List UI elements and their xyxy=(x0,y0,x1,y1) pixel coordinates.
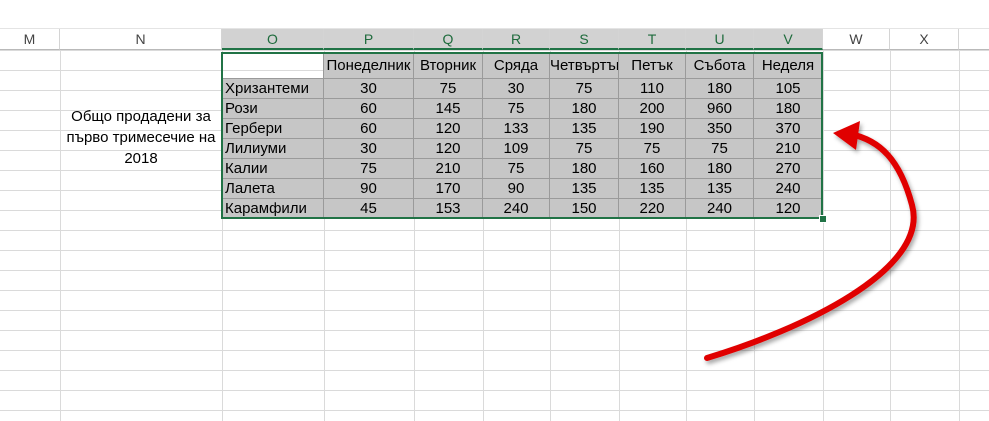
red-arrow-icon xyxy=(704,121,917,361)
